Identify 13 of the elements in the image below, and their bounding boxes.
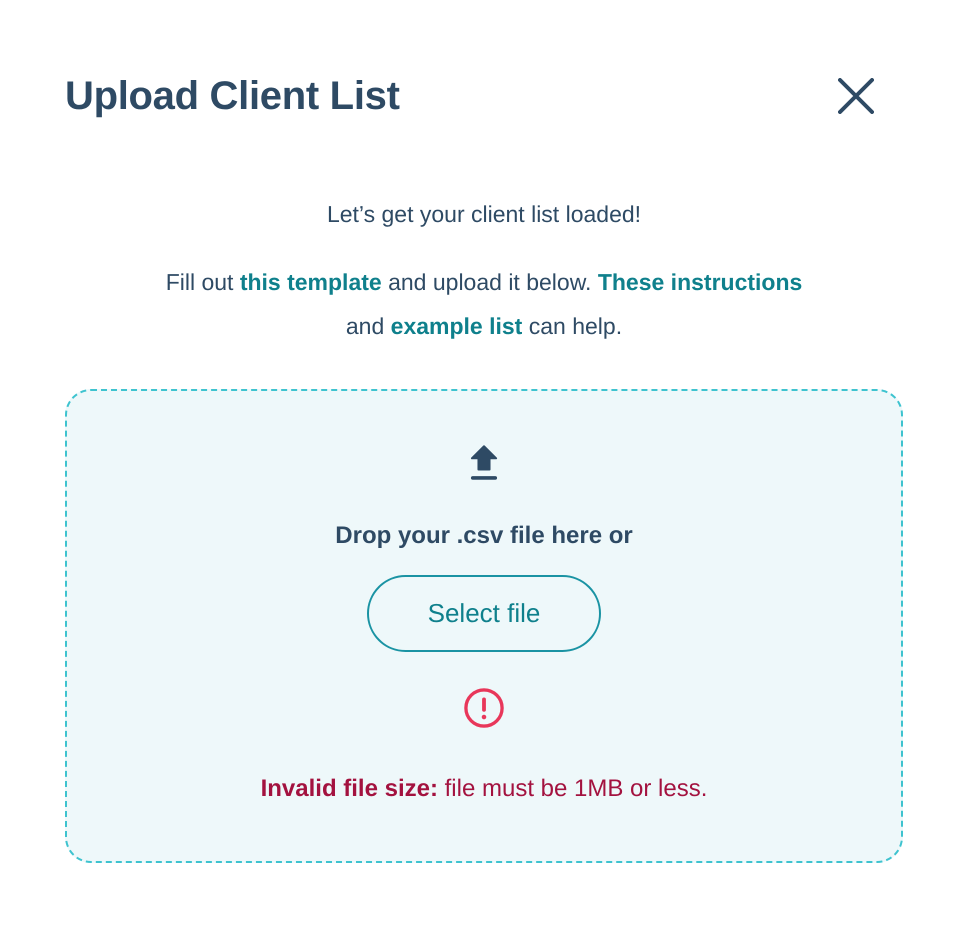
text-link[interactable]: this template bbox=[240, 269, 382, 295]
instructions-text: Fill out this template and upload it below. These instructions and example list can help. bbox=[164, 268, 804, 341]
intro-heading: Let’s get your client list loaded! bbox=[326, 200, 642, 229]
upload-icon bbox=[470, 445, 498, 481]
close-icon[interactable] bbox=[838, 78, 874, 114]
drop-zone[interactable]: Drop your .csv file here or Select file Invalid file size: file must be 1MB or less. bbox=[65, 389, 903, 863]
select-file-button[interactable]: Select file bbox=[367, 575, 601, 652]
drop-prompt: Drop your .csv file here or bbox=[335, 521, 633, 551]
text-link[interactable]: These instructions bbox=[598, 269, 802, 295]
text-link[interactable]: example list bbox=[390, 313, 522, 339]
error-message: Invalid file size: file must be 1MB or less. bbox=[260, 774, 708, 804]
dialog-title: Upload Client List bbox=[65, 74, 400, 118]
error-icon bbox=[464, 688, 504, 728]
